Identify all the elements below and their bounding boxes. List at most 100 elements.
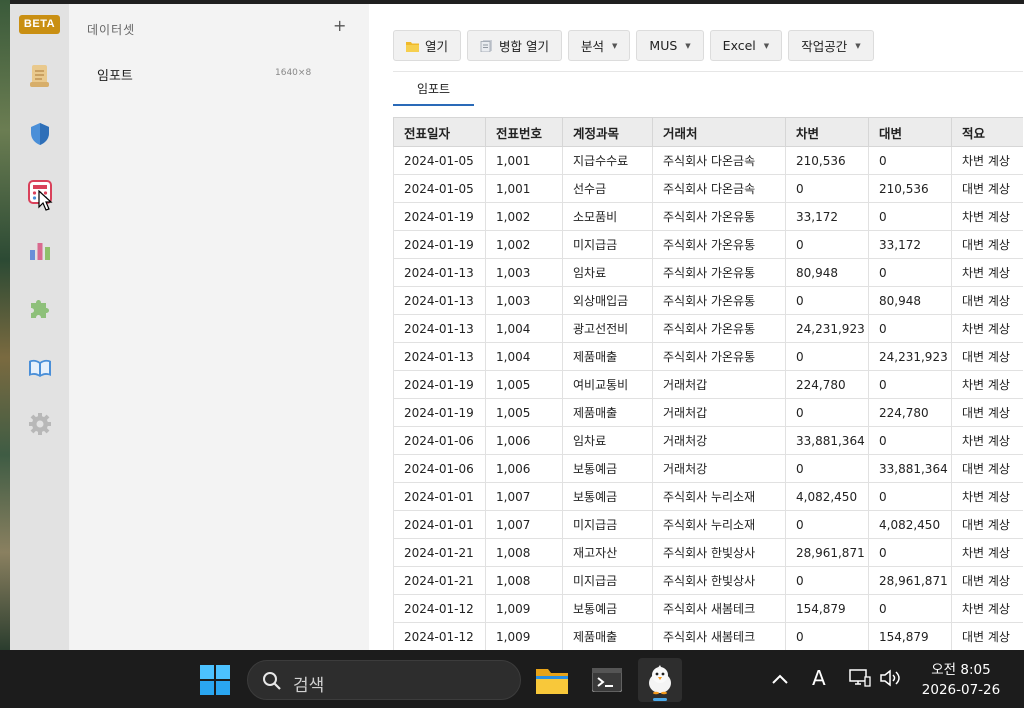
- table-cell[interactable]: 임차료: [562, 258, 653, 287]
- table-cell[interactable]: 주식회사 한빛상사: [652, 538, 786, 567]
- table-cell[interactable]: 4,082,450: [868, 510, 952, 539]
- table-cell[interactable]: 1,008: [485, 566, 563, 595]
- table-cell[interactable]: 1,004: [485, 314, 563, 343]
- table-cell[interactable]: 24,231,923: [868, 342, 952, 371]
- table-cell[interactable]: 선수금: [562, 174, 653, 203]
- table-cell[interactable]: 1,003: [485, 258, 563, 287]
- table-cell[interactable]: 주식회사 가온유통: [652, 314, 786, 343]
- table-row[interactable]: 2024-01-19 1,005 제품매출 거래처갑 0 224,780 대변 계상: [393, 398, 1023, 427]
- table-cell[interactable]: 0: [785, 454, 869, 483]
- table-cell[interactable]: 주식회사 가온유통: [652, 202, 786, 231]
- column-header[interactable]: 전표일자: [393, 117, 486, 147]
- table-cell[interactable]: 2024-01-12: [393, 594, 486, 623]
- table-cell[interactable]: 2024-01-19: [393, 398, 486, 427]
- table-cell[interactable]: 미지급금: [562, 510, 653, 539]
- scroll-icon[interactable]: [24, 60, 56, 92]
- add-dataset-button[interactable]: +: [333, 16, 346, 35]
- table-cell[interactable]: 2024-01-21: [393, 566, 486, 595]
- table-row[interactable]: 2024-01-19 1,002 소모품비 주식회사 가온유통 33,172 0 차변 계상: [393, 202, 1023, 231]
- table-cell[interactable]: 0: [785, 174, 869, 203]
- table-cell[interactable]: 차변 계상: [951, 370, 1023, 399]
- table-row[interactable]: 2024-01-01 1,007 미지급금 주식회사 누리소재 0 4,082,450 대변…: [393, 510, 1023, 539]
- table-cell[interactable]: 차변 계상: [951, 594, 1023, 623]
- table-cell[interactable]: 1,002: [485, 202, 563, 231]
- table-cell[interactable]: 거래처강: [652, 426, 786, 455]
- table-cell[interactable]: 0: [785, 230, 869, 259]
- tab-import[interactable]: 임포트: [393, 72, 474, 106]
- table-cell[interactable]: 210,536: [868, 174, 952, 203]
- table-cell[interactable]: 제품매출: [562, 398, 653, 427]
- table-row[interactable]: 2024-01-01 1,007 보통예금 주식회사 누리소재 4,082,450 0 차변…: [393, 482, 1023, 511]
- excel-dropdown[interactable]: Excel ▼: [709, 30, 783, 61]
- column-header[interactable]: 대변: [868, 117, 952, 147]
- table-cell[interactable]: 0: [785, 622, 869, 650]
- windows-start-icon[interactable]: [200, 665, 230, 695]
- table-cell[interactable]: 여비교통비: [562, 370, 653, 399]
- table-row[interactable]: 2024-01-12 1,009 제품매출 주식회사 새봄테크 0 154,879 대변 계…: [393, 622, 1023, 650]
- table-cell[interactable]: 주식회사 가온유통: [652, 286, 786, 315]
- table-row[interactable]: 2024-01-05 1,001 지급수수료 주식회사 다온금속 210,536 0 차변 …: [393, 146, 1023, 175]
- table-cell[interactable]: 미지급금: [562, 566, 653, 595]
- column-header[interactable]: 전표번호: [485, 117, 563, 147]
- open-button[interactable]: 열기: [393, 30, 462, 61]
- table-cell[interactable]: 2024-01-13: [393, 286, 486, 315]
- table-cell[interactable]: 0: [868, 426, 952, 455]
- table-cell[interactable]: 1,003: [485, 286, 563, 315]
- table-cell[interactable]: 0: [785, 398, 869, 427]
- table-cell[interactable]: 거래처갑: [652, 398, 786, 427]
- table-cell[interactable]: 0: [868, 314, 952, 343]
- table-cell[interactable]: 차변 계상: [951, 426, 1023, 455]
- table-cell[interactable]: 4,082,450: [785, 482, 869, 511]
- table-cell[interactable]: 0: [868, 594, 952, 623]
- mus-dropdown[interactable]: MUS ▼: [636, 30, 704, 61]
- table-cell[interactable]: 224,780: [868, 398, 952, 427]
- table-cell[interactable]: 80,948: [785, 258, 869, 287]
- table-cell[interactable]: 2024-01-01: [393, 482, 486, 511]
- table-cell[interactable]: 주식회사 새봄테크: [652, 594, 786, 623]
- table-cell[interactable]: 0: [868, 202, 952, 231]
- table-cell[interactable]: 0: [785, 566, 869, 595]
- table-cell[interactable]: 2024-01-05: [393, 174, 486, 203]
- table-cell[interactable]: 0: [868, 538, 952, 567]
- table-cell[interactable]: 제품매출: [562, 622, 653, 650]
- table-cell[interactable]: 보통예금: [562, 454, 653, 483]
- table-cell[interactable]: 2024-01-06: [393, 426, 486, 455]
- table-cell[interactable]: 대변 계상: [951, 174, 1023, 203]
- table-cell[interactable]: 80,948: [868, 286, 952, 315]
- table-cell[interactable]: 1,009: [485, 594, 563, 623]
- table-cell[interactable]: 대변 계상: [951, 566, 1023, 595]
- table-row[interactable]: 2024-01-13 1,004 광고선전비 주식회사 가온유통 24,231,923 0…: [393, 314, 1023, 343]
- table-row[interactable]: 2024-01-19 1,005 여비교통비 거래처갑 224,780 0 차변 계상: [393, 370, 1023, 399]
- table-cell[interactable]: 1,009: [485, 622, 563, 650]
- table-cell[interactable]: 차변 계상: [951, 314, 1023, 343]
- table-cell[interactable]: 주식회사 가온유통: [652, 230, 786, 259]
- table-cell[interactable]: 주식회사 다온금속: [652, 146, 786, 175]
- table-cell[interactable]: 1,004: [485, 342, 563, 371]
- analysis-dropdown[interactable]: 분석 ▼: [568, 30, 631, 61]
- table-cell[interactable]: 210,536: [785, 146, 869, 175]
- table-row[interactable]: 2024-01-06 1,006 임차료 거래처강 33,881,364 0 차변 계상: [393, 426, 1023, 455]
- table-row[interactable]: 2024-01-05 1,001 선수금 주식회사 다온금속 0 210,536 대변 계상: [393, 174, 1023, 203]
- table-cell[interactable]: 주식회사 가온유통: [652, 342, 786, 371]
- puzzle-icon[interactable]: [24, 292, 56, 324]
- table-row[interactable]: 2024-01-13 1,003 외상매입금 주식회사 가온유통 0 80,948 대변 계…: [393, 286, 1023, 315]
- table-cell[interactable]: 2024-01-19: [393, 202, 486, 231]
- table-cell[interactable]: 0: [785, 342, 869, 371]
- table-cell[interactable]: 대변 계상: [951, 398, 1023, 427]
- table-cell[interactable]: 보통예금: [562, 482, 653, 511]
- table-cell[interactable]: 0: [868, 258, 952, 287]
- table-cell[interactable]: 제품매출: [562, 342, 653, 371]
- dataset-item[interactable]: 임포트 1640×8: [69, 60, 369, 86]
- table-cell[interactable]: 1,006: [485, 454, 563, 483]
- table-cell[interactable]: 33,881,364: [868, 454, 952, 483]
- table-cell[interactable]: 2024-01-13: [393, 258, 486, 287]
- table-cell[interactable]: 대변 계상: [951, 622, 1023, 650]
- table-cell[interactable]: 0: [868, 482, 952, 511]
- table-row[interactable]: 2024-01-19 1,002 미지급금 주식회사 가온유통 0 33,172 대변 계상: [393, 230, 1023, 259]
- table-cell[interactable]: 0: [868, 370, 952, 399]
- table-cell[interactable]: 주식회사 누리소재: [652, 510, 786, 539]
- table-cell[interactable]: 주식회사 다온금속: [652, 174, 786, 203]
- table-cell[interactable]: 주식회사 누리소재: [652, 482, 786, 511]
- table-cell[interactable]: 33,172: [868, 230, 952, 259]
- table-cell[interactable]: 28,961,871: [785, 538, 869, 567]
